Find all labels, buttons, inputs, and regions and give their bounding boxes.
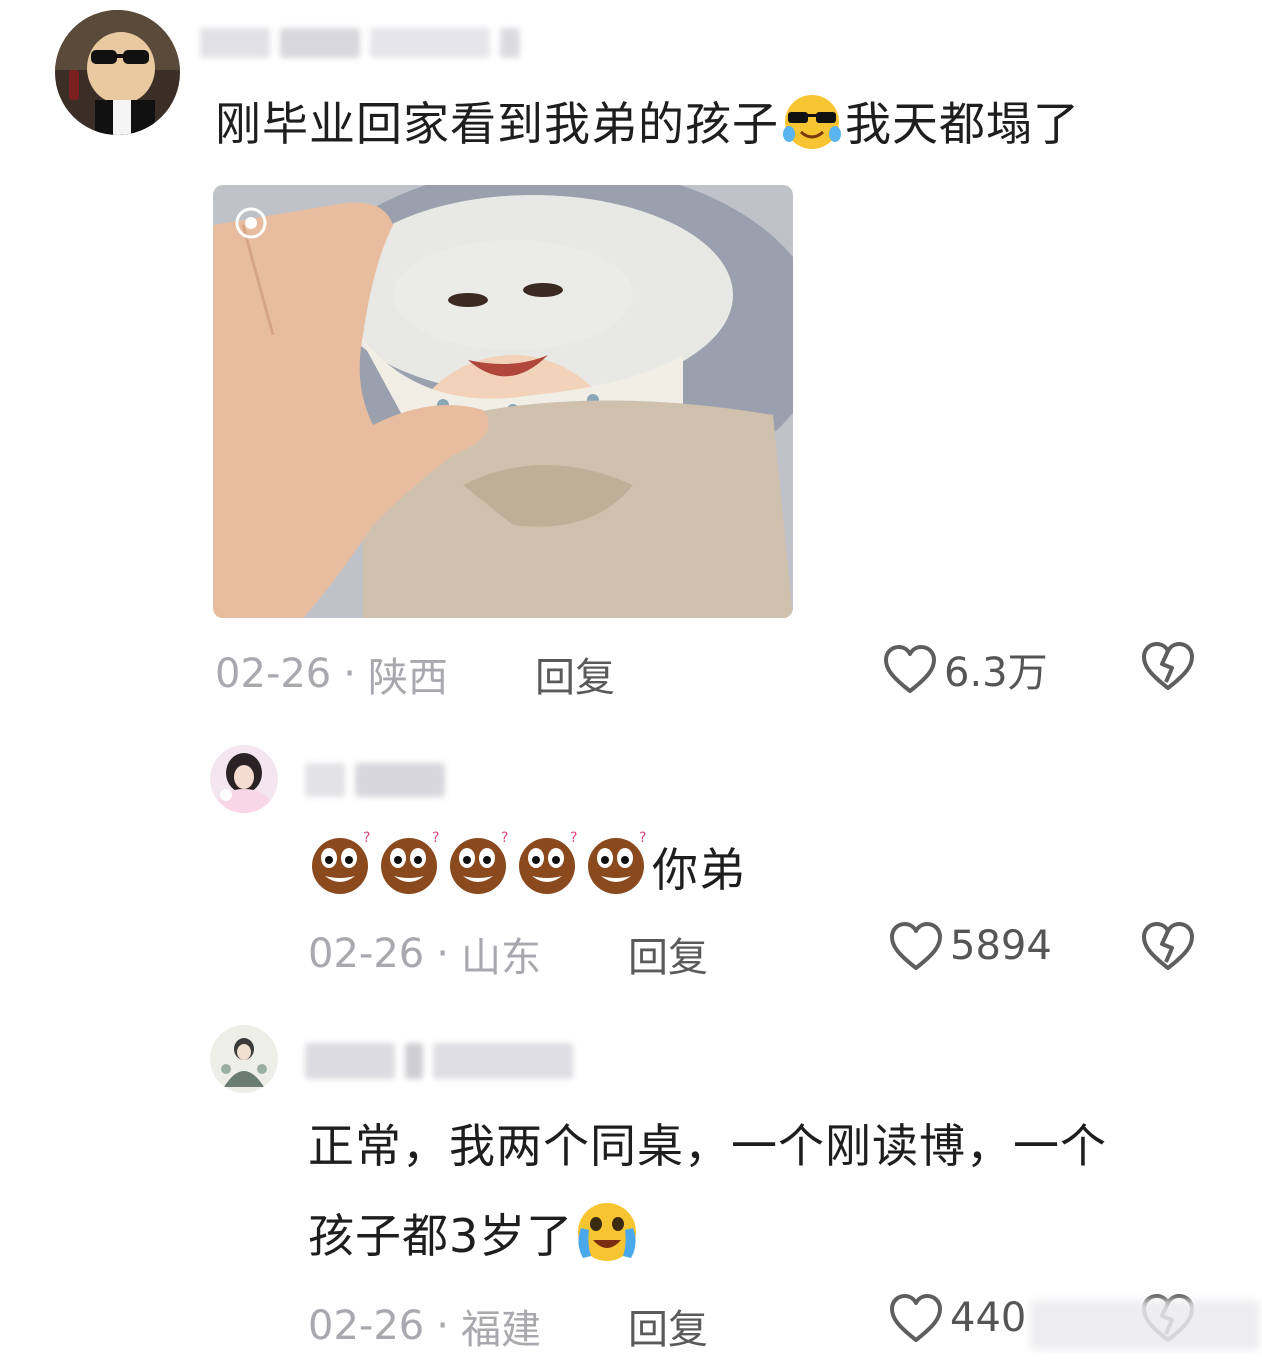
comment-date: 02-26 xyxy=(308,931,425,977)
separator-dot: · xyxy=(343,651,356,697)
confused-cookie-emoji: ? xyxy=(376,828,445,911)
crying-face-emoji xyxy=(573,1200,641,1279)
comment-text-content: 你弟 xyxy=(652,842,746,897)
broken-heart-icon xyxy=(1142,922,1194,970)
heart-outline-icon xyxy=(890,922,942,970)
reply-button[interactable]: 回复 xyxy=(535,645,615,703)
watermark xyxy=(1030,1300,1260,1350)
broken-heart-icon xyxy=(1142,642,1194,690)
confused-cookie-emoji: ? xyxy=(307,828,376,911)
comment-date: 02-26 xyxy=(308,1303,425,1349)
heart-outline-icon xyxy=(884,645,936,693)
avatar[interactable] xyxy=(55,10,180,135)
avatar[interactable] xyxy=(210,745,278,813)
username-blurred[interactable] xyxy=(305,1043,573,1079)
like-count: 440 xyxy=(950,1295,1027,1341)
comment-text: 刚毕业回家看到我弟的孩子 我天都塌了 xyxy=(215,90,1080,165)
comment-text-part1: 刚毕业回家看到我弟的孩子 xyxy=(215,97,779,152)
dislike-button[interactable] xyxy=(1140,640,1196,696)
like-button[interactable]: 5894 xyxy=(888,920,1052,972)
comment-text-line2-text: 孩子都3岁了 xyxy=(308,1209,574,1264)
dislike-button[interactable] xyxy=(1140,920,1196,976)
comment-meta: 02-26 · 福建 xyxy=(308,1297,541,1355)
comment-text: ? ? ? ? ? 你弟 xyxy=(307,828,746,911)
comment-meta: 02-26 · 山东 xyxy=(308,925,541,983)
comment-location: 陕西 xyxy=(367,655,448,701)
comment-text-line2: 孩子都3岁了 xyxy=(308,1200,641,1279)
separator-dot: · xyxy=(436,1303,449,1349)
comment-date: 02-26 xyxy=(215,651,332,697)
avatar[interactable] xyxy=(210,1025,278,1093)
svg-text:?: ? xyxy=(570,830,578,846)
svg-text:?: ? xyxy=(501,830,509,846)
like-count: 5894 xyxy=(950,923,1052,969)
svg-text:?: ? xyxy=(639,830,647,846)
reply-button[interactable]: 回复 xyxy=(628,1297,708,1355)
username-blurred[interactable] xyxy=(305,763,445,797)
comment-location: 山东 xyxy=(460,935,541,981)
sunglasses-crying-emoji xyxy=(779,90,845,165)
comment-photo[interactable] xyxy=(213,185,793,618)
reply-button[interactable]: 回复 xyxy=(628,925,708,983)
comment-meta: 02-26 · 陕西 xyxy=(215,645,448,703)
comment-text-line1: 正常，我两个同桌，一个刚读博，一个 xyxy=(308,1119,1107,1173)
confused-cookie-emoji: ? xyxy=(445,828,514,911)
comment-location: 福建 xyxy=(460,1307,541,1353)
like-button[interactable]: 6.3万 xyxy=(882,640,1048,698)
svg-text:?: ? xyxy=(432,830,440,846)
comment-text-part2: 我天都塌了 xyxy=(845,97,1080,152)
like-count: 6.3万 xyxy=(944,650,1048,696)
heart-outline-icon xyxy=(890,1294,942,1342)
confused-cookie-emoji: ? xyxy=(583,828,652,911)
confused-cookie-emoji: ? xyxy=(514,828,583,911)
separator-dot: · xyxy=(436,931,449,977)
like-button[interactable]: 440 xyxy=(888,1292,1026,1344)
username-blurred[interactable] xyxy=(200,28,520,58)
svg-text:?: ? xyxy=(363,830,371,846)
